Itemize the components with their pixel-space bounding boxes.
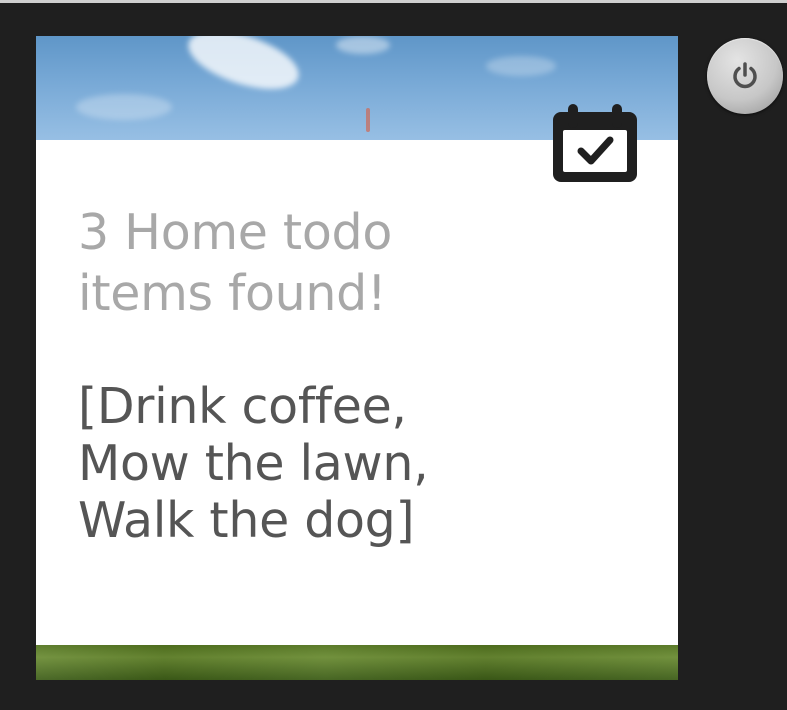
todo-list-text: [Drink coffee, Mow the lawn, Walk the do…	[78, 378, 429, 549]
grass-background	[36, 645, 678, 680]
top-edge	[0, 0, 787, 3]
power-button[interactable]	[707, 38, 783, 114]
cloud	[486, 56, 556, 76]
todo-card[interactable]: 3 Home todo items found! [Drink coffee, …	[36, 140, 678, 645]
cloud	[336, 36, 390, 54]
calendar-check-icon	[553, 104, 637, 182]
watch-frame: 3 Home todo items found! [Drink coffee, …	[0, 0, 787, 710]
cloud	[181, 36, 306, 101]
background-mark	[366, 108, 370, 132]
watch-screen: 3 Home todo items found! [Drink coffee, …	[36, 36, 678, 680]
todo-card-title: 3 Home todo items found!	[78, 204, 393, 322]
cloud	[76, 94, 172, 120]
power-icon	[733, 62, 757, 89]
